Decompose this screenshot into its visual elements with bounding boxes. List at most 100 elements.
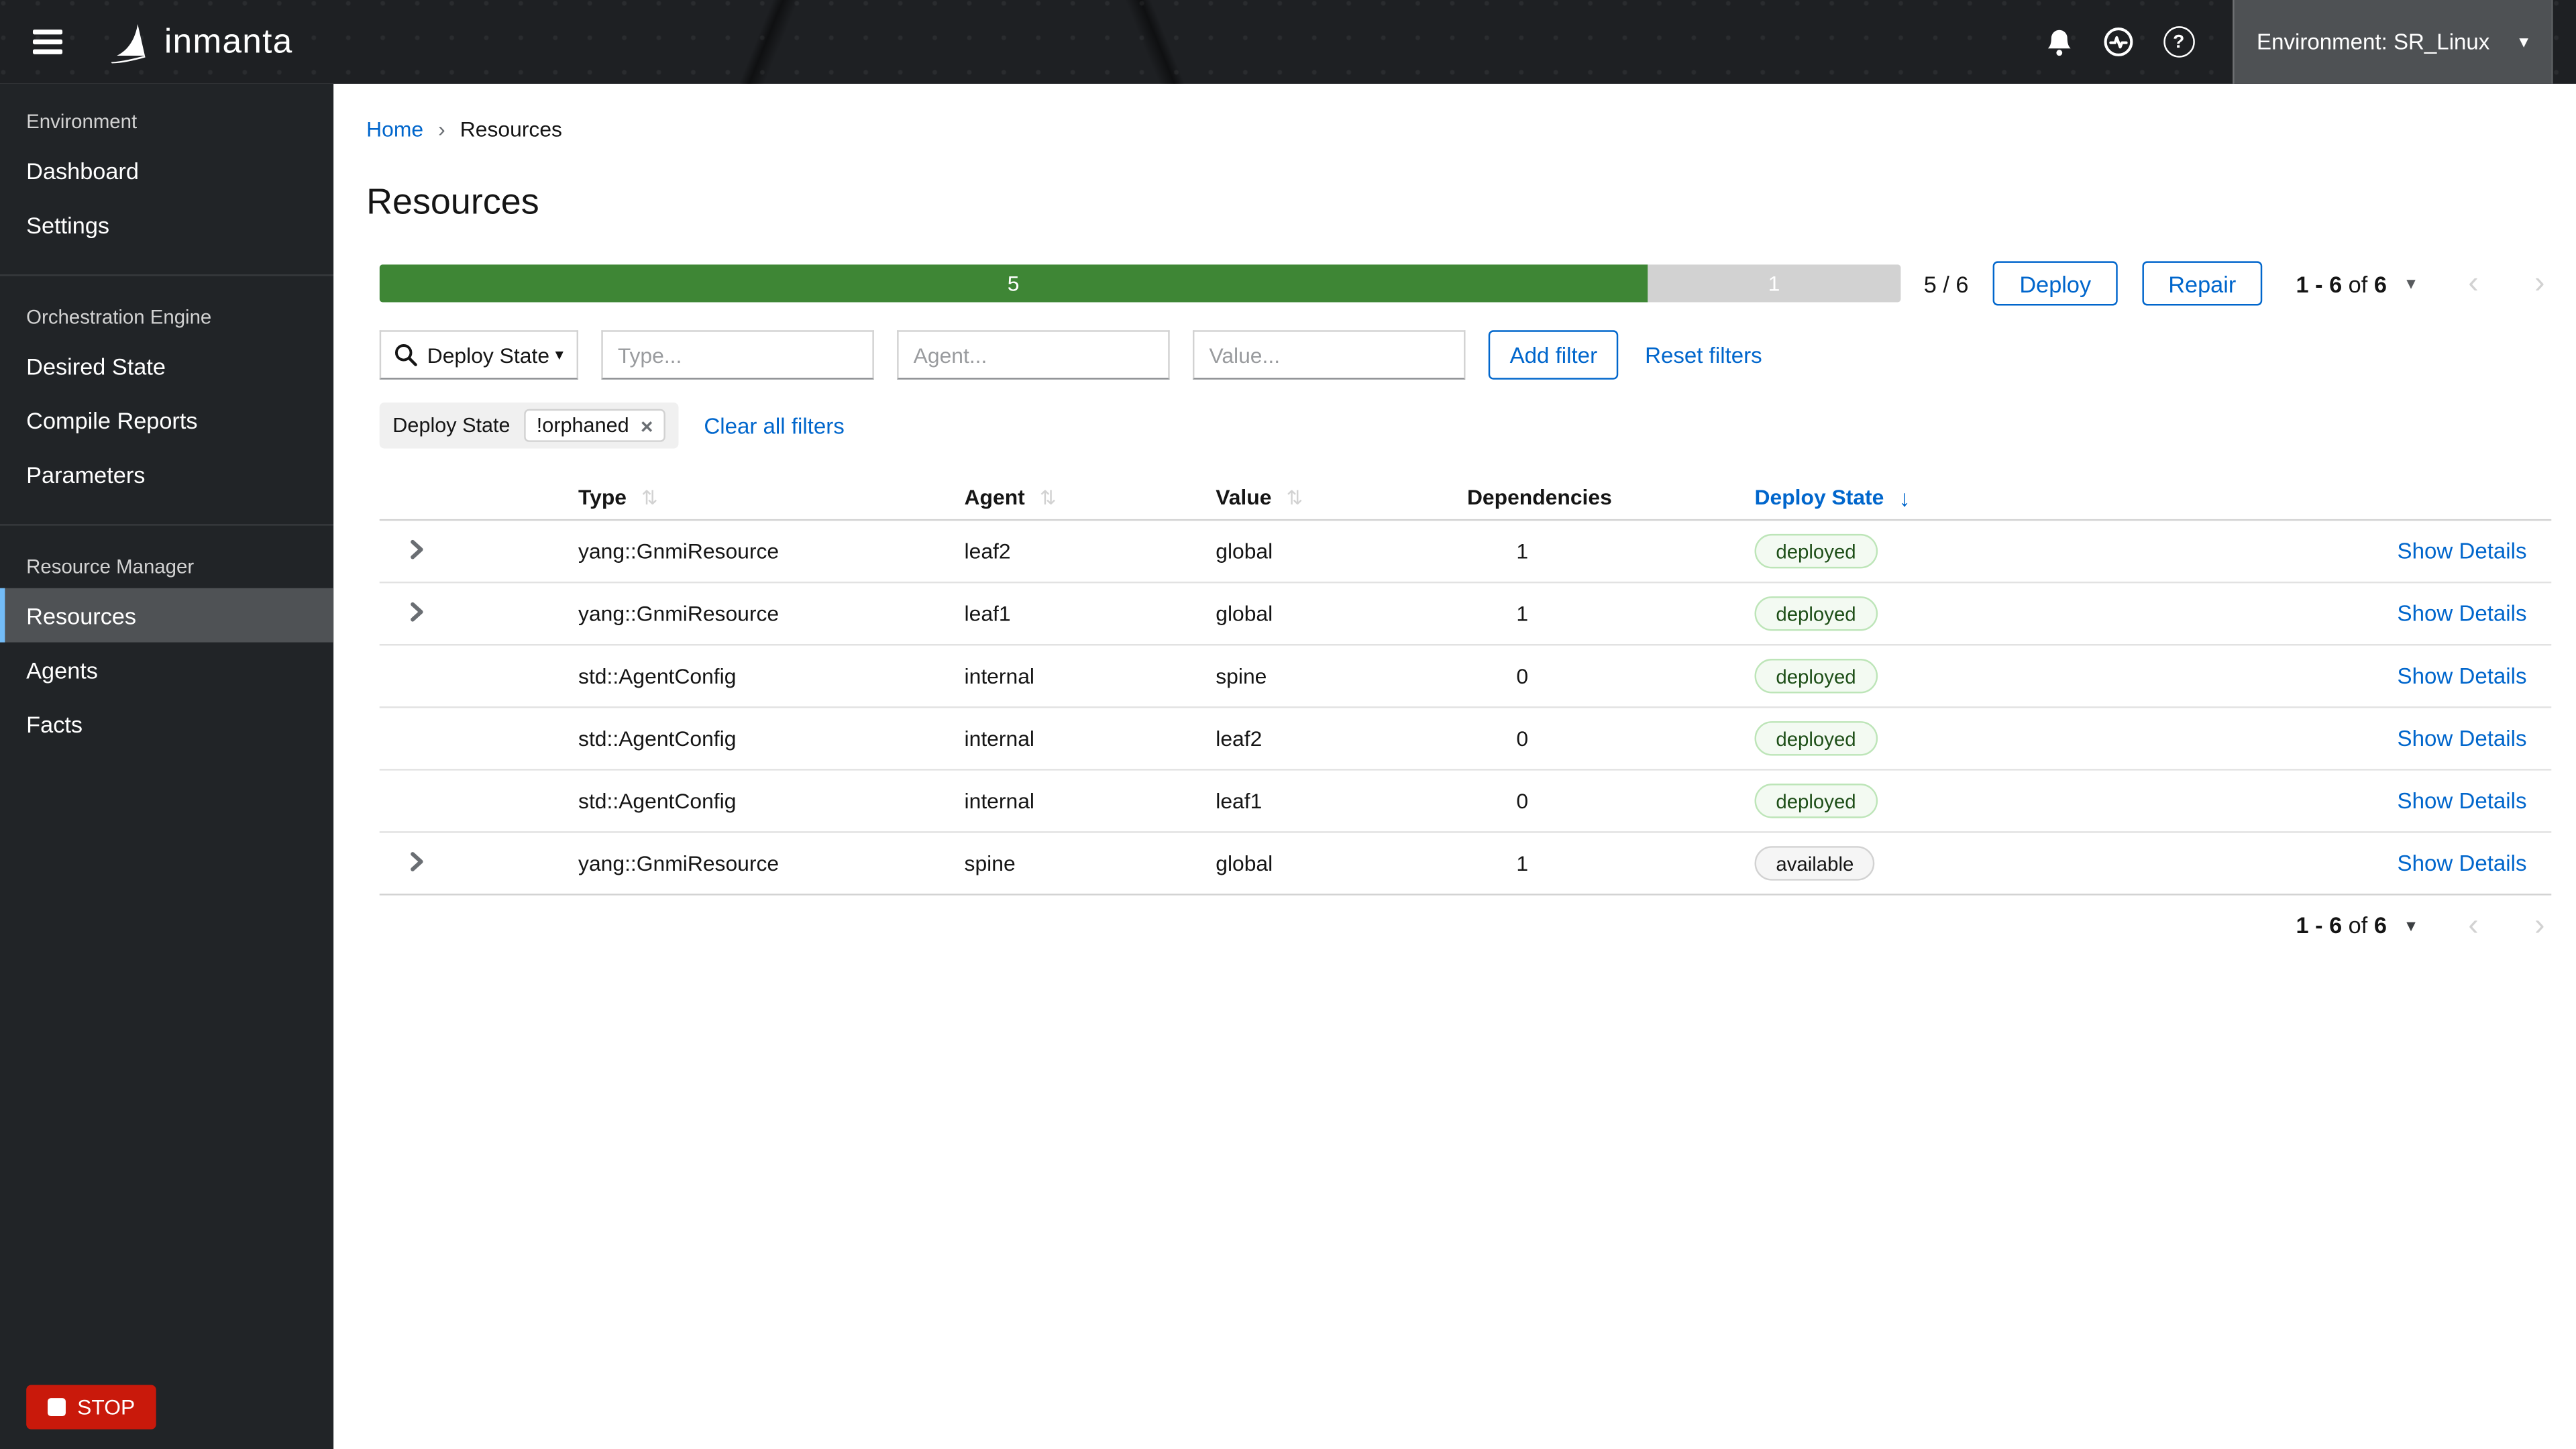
sidebar-item-resources[interactable]: Resources	[0, 588, 334, 643]
sidebar-item-desired-state[interactable]: Desired State	[0, 338, 333, 392]
search-icon	[394, 344, 417, 366]
resource-dependencies: 1	[1516, 851, 1529, 876]
filter-chip: !orphaned ×	[523, 409, 667, 442]
brand-name: inmanta	[164, 22, 293, 60]
table-row: std::AgentConfig internal spine 0 deploy…	[379, 645, 2552, 708]
clear-all-filters-link[interactable]: Clear all filters	[704, 413, 844, 438]
resource-agent: internal	[964, 788, 1034, 814]
show-details-link[interactable]: Show Details	[2398, 539, 2527, 564]
nav-group-environment: Environment Dashboard Settings	[0, 84, 333, 252]
nav-group-title: Orchestration Engine	[26, 305, 212, 329]
sidebar-item-parameters[interactable]: Parameters	[0, 447, 333, 501]
reset-filters-link[interactable]: Reset filters	[1645, 343, 1762, 368]
chip-close-icon[interactable]: ×	[641, 415, 653, 436]
sidebar-item-dashboard[interactable]: Dashboard	[0, 143, 333, 197]
column-header-value[interactable]: Value ⇅	[1216, 484, 1467, 509]
top-navbar: inmanta ? Environment: SR_Linux ▾	[0, 0, 2576, 84]
pagination-caret-icon[interactable]: ▾	[2403, 911, 2418, 939]
deploy-state-badge: deployed	[1754, 533, 1878, 569]
active-filters-row: Deploy State !orphaned × Clear all filte…	[379, 402, 2552, 449]
deploy-state-badge: deployed	[1754, 784, 1878, 818]
inmanta-sail-icon	[111, 23, 146, 63]
pagination-prev-icon[interactable]: ‹	[2461, 910, 2485, 941]
resource-type: std::AgentConfig	[578, 726, 737, 751]
pagination-next-icon[interactable]: ›	[2528, 910, 2551, 941]
sort-icon: ⇅	[1286, 485, 1303, 508]
deploy-ratio-text: 5 / 6	[1923, 270, 1969, 297]
resource-type: yang::GnmiResource	[578, 539, 780, 564]
app-window: inmanta ? Environment: SR_Linux ▾ Enviro…	[0, 0, 2576, 1449]
pagination-next-icon[interactable]: ›	[2528, 268, 2551, 299]
pagination-range-text: 1 - 6 of 6	[2296, 912, 2387, 938]
deploy-state-badge: deployed	[1754, 721, 1878, 756]
filter-toolbar: Deploy State... ▾ Add filter Reset filte…	[379, 330, 2552, 380]
expand-row-icon[interactable]	[406, 850, 427, 871]
breadcrumb-home-link[interactable]: Home	[366, 117, 423, 142]
table-row: yang::GnmiResource leaf2 global 1 deploy…	[379, 521, 2552, 584]
add-filter-button[interactable]: Add filter	[1488, 330, 1619, 380]
sidebar: Environment Dashboard Settings Orchestra…	[0, 83, 334, 1449]
deploy-progress-bar: 5 1	[379, 264, 1901, 303]
deploy-state-select-label: Deploy State...	[427, 342, 549, 368]
nav-toggle-button[interactable]	[26, 23, 69, 61]
resource-dependencies: 1	[1516, 539, 1529, 564]
chevron-right-icon: ›	[438, 116, 445, 142]
deploy-state-chip-group: Deploy State !orphaned ×	[379, 402, 680, 449]
resource-type: yang::GnmiResource	[578, 601, 780, 627]
help-icon[interactable]: ?	[2163, 26, 2194, 58]
value-filter-input[interactable]	[1192, 330, 1466, 380]
resource-dependencies: 1	[1516, 601, 1529, 627]
deploy-state-filter-select[interactable]: Deploy State... ▾	[379, 330, 579, 380]
nav-group-title: Environment	[26, 110, 138, 133]
expand-row-icon[interactable]	[406, 538, 427, 559]
environment-selector[interactable]: Environment: SR_Linux ▾	[2232, 0, 2553, 84]
column-header-deploy-state[interactable]: Deploy State ↓	[1755, 484, 2136, 510]
pagination-range-text: 1 - 6 of 6	[2296, 270, 2387, 297]
deploy-button[interactable]: Deploy	[1993, 261, 2118, 306]
resource-agent: leaf1	[964, 601, 1011, 627]
status-activity-icon[interactable]	[2102, 26, 2134, 58]
sort-descending-icon: ↓	[1898, 484, 1911, 511]
show-details-link[interactable]: Show Details	[2398, 601, 2527, 626]
pagination-caret-icon[interactable]: ▾	[2403, 270, 2418, 298]
resource-value: global	[1216, 851, 1273, 876]
resource-agent: spine	[964, 851, 1016, 876]
resource-value: spine	[1216, 663, 1267, 689]
sidebar-item-agents[interactable]: Agents	[0, 643, 333, 697]
bottom-pagination: 1 - 6 of 6 ▾ ‹ ›	[380, 896, 2552, 955]
table-row: std::AgentConfig internal leaf1 0 deploy…	[379, 771, 2552, 833]
column-header-type[interactable]: Type ⇅	[578, 484, 965, 509]
pagination-prev-icon[interactable]: ‹	[2461, 268, 2485, 299]
column-header-agent[interactable]: Agent ⇅	[965, 484, 1216, 509]
resource-value: leaf1	[1216, 788, 1263, 814]
show-details-link[interactable]: Show Details	[2398, 789, 2527, 814]
resource-agent: internal	[964, 663, 1034, 689]
resource-value: leaf2	[1216, 726, 1263, 751]
nav-group-resource-manager: Resource Manager Resources Agents Facts	[0, 524, 334, 751]
filter-chip-value: !orphaned	[536, 414, 629, 437]
column-header-dependencies[interactable]: Dependencies	[1467, 484, 1755, 509]
type-filter-input[interactable]	[601, 330, 874, 380]
main-content: Home › Resources Resources 5 1 5 / 6 Dep…	[333, 83, 2576, 1449]
deploy-state-badge: available	[1754, 846, 1876, 881]
table-row: std::AgentConfig internal leaf2 0 deploy…	[379, 708, 2552, 771]
sidebar-item-settings[interactable]: Settings	[0, 197, 333, 252]
show-details-link[interactable]: Show Details	[2398, 851, 2527, 876]
notifications-bell-icon[interactable]	[2045, 27, 2073, 56]
table-body: yang::GnmiResource leaf2 global 1 deploy…	[379, 521, 2552, 896]
top-pagination: 1 - 6 of 6 ▾ ‹ ›	[2296, 268, 2552, 299]
expand-row-icon[interactable]	[406, 600, 427, 622]
resource-dependencies: 0	[1516, 788, 1529, 814]
sidebar-item-facts[interactable]: Facts	[0, 696, 333, 751]
chevron-down-icon: ▾	[555, 345, 564, 364]
sidebar-item-compile-reports[interactable]: Compile Reports	[0, 392, 333, 447]
stop-button[interactable]: STOP	[26, 1385, 157, 1430]
show-details-link[interactable]: Show Details	[2398, 726, 2527, 751]
agent-filter-input[interactable]	[897, 330, 1170, 380]
show-details-link[interactable]: Show Details	[2398, 663, 2527, 688]
table-header-row: Type ⇅ Agent ⇅ Value ⇅ Dependencies Depl…	[379, 475, 2552, 521]
table-row: yang::GnmiResource spine global 1 availa…	[379, 833, 2552, 896]
nav-group-title: Resource Manager	[26, 555, 195, 579]
repair-button[interactable]: Repair	[2142, 261, 2263, 306]
resource-value: global	[1216, 539, 1273, 564]
